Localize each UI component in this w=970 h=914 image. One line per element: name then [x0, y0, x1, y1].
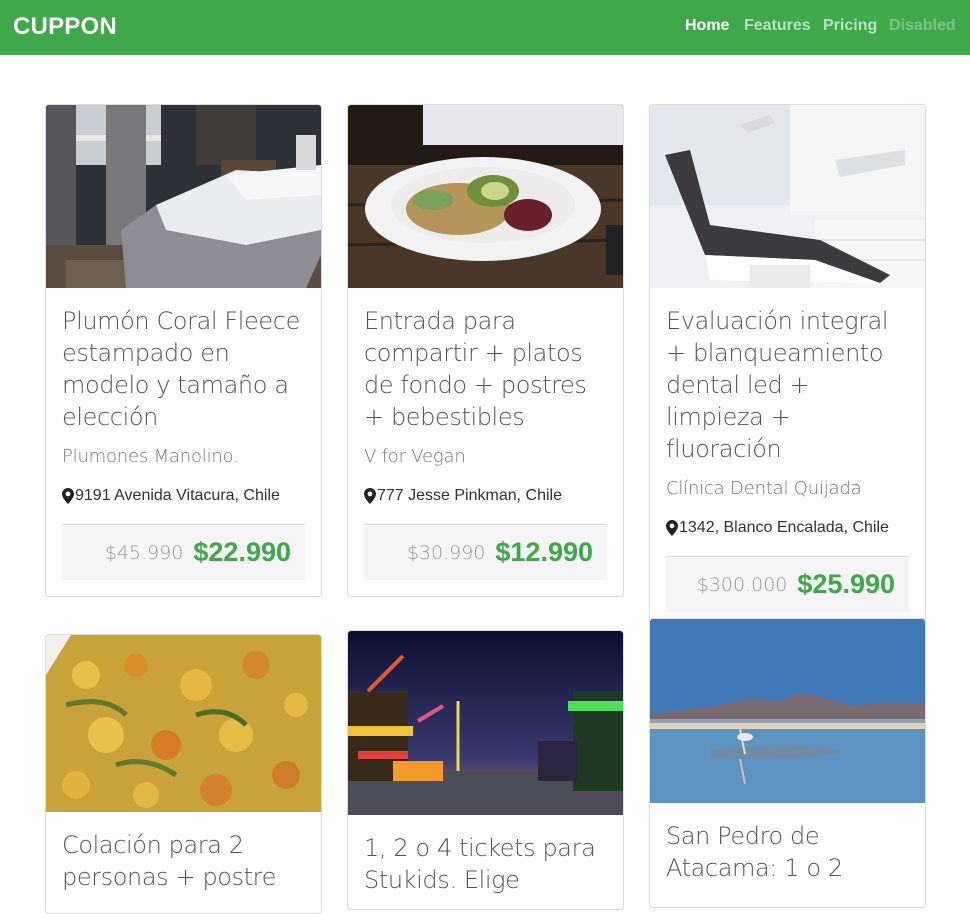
- nav-features[interactable]: Features: [744, 17, 811, 35]
- deal-image-food-dish[interactable]: [46, 635, 321, 812]
- deal-card[interactable]: 1, 2 o 4 tickets para Stukids. Elige: [347, 630, 624, 910]
- deal-card[interactable]: Plumón Coral Fleece estampado en modelo …: [45, 104, 322, 597]
- deal-location-text: 777 Jesse Pinkman, Chile: [377, 487, 562, 504]
- nav-disabled: Disabled: [889, 17, 956, 34]
- deal-title[interactable]: San Pedro de Atacama: 1 o 2: [666, 820, 909, 884]
- deal-location-text: 9191 Avenida Vitacura, Chile: [75, 487, 280, 504]
- deal-title[interactable]: Colación para 2 personas + postre: [62, 829, 305, 893]
- map-marker-icon: [364, 488, 376, 504]
- deal-merchant: V for Vegan: [364, 446, 466, 467]
- deal-image-salt-lake[interactable]: [650, 619, 925, 803]
- deal-image-bedroom[interactable]: [46, 105, 321, 288]
- deal-merchant: Plumones Manolino.: [62, 446, 239, 467]
- price-box: $45.990 $22.990: [62, 524, 305, 580]
- deal-location: 777 Jesse Pinkman, Chile: [364, 487, 607, 505]
- price-new: $25.990: [797, 569, 895, 599]
- deal-title[interactable]: Plumón Coral Fleece estampado en modelo …: [62, 305, 305, 433]
- deal-location: 9191 Avenida Vitacura, Chile: [62, 487, 305, 505]
- navbar: CUPPON Home Features Pricing Disabled: [0, 0, 970, 55]
- nav-pricing[interactable]: Pricing: [823, 17, 877, 35]
- deal-card[interactable]: Colación para 2 personas + postre: [45, 634, 322, 914]
- deal-title[interactable]: Evaluación integral + blanqueamiento den…: [666, 305, 909, 465]
- brand-logo[interactable]: CUPPON: [13, 13, 117, 41]
- deal-card[interactable]: Entrada para compartir + platos de fondo…: [347, 104, 624, 597]
- price-box: $30.990 $12.990: [364, 524, 607, 580]
- map-marker-icon: [62, 488, 74, 504]
- nav-home[interactable]: Home: [685, 17, 729, 35]
- price-old: $30.990: [406, 541, 486, 564]
- deal-card[interactable]: Evaluación integral + blanqueamiento den…: [649, 104, 926, 629]
- deal-location: 1342, Blanco Encalada, Chile: [666, 519, 909, 537]
- price-box: $300.000 $25.990: [666, 556, 909, 612]
- deal-image-vegan-plate[interactable]: [348, 105, 623, 288]
- price-new: $22.990: [193, 537, 291, 567]
- deal-card[interactable]: San Pedro de Atacama: 1 o 2: [649, 618, 926, 908]
- map-marker-icon: [666, 520, 678, 536]
- price-new: $12.990: [495, 537, 593, 567]
- price-old: $300.000: [696, 573, 788, 596]
- deal-location-text: 1342, Blanco Encalada, Chile: [679, 519, 889, 536]
- deal-merchant: Clínica Dental Quijada: [666, 478, 862, 499]
- price-old: $45.990: [104, 541, 184, 564]
- deal-title[interactable]: 1, 2 o 4 tickets para Stukids. Elige: [364, 832, 607, 896]
- deal-title[interactable]: Entrada para compartir + platos de fondo…: [364, 305, 607, 433]
- deal-image-fair-night[interactable]: [348, 631, 623, 815]
- deal-image-dental-chair[interactable]: [650, 105, 925, 288]
